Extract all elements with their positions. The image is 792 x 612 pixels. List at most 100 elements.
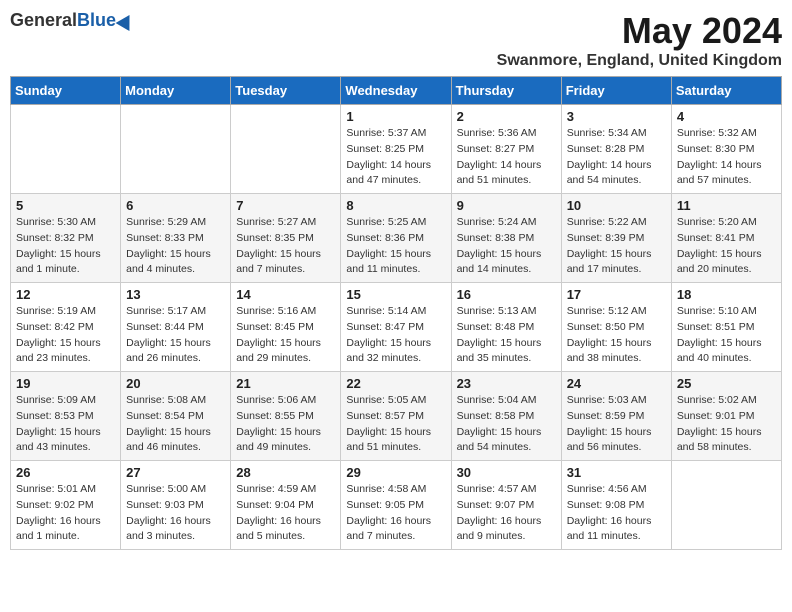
day-number: 20 [126,376,225,391]
calendar-cell: 25 Sunrise: 5:02 AM Sunset: 9:01 PM Dayli… [671,372,781,461]
cell-sun-info: Sunrise: 5:19 AM Sunset: 8:42 PM Dayligh… [16,304,115,367]
cell-sun-info: Sunrise: 5:05 AM Sunset: 8:57 PM Dayligh… [346,393,445,456]
day-number: 30 [457,465,556,480]
calendar-cell: 15 Sunrise: 5:14 AM Sunset: 8:47 PM Dayli… [341,283,451,372]
calendar-cell: 24Sunrise: 5:03 AM Sunset: 8:59 PM Dayli… [561,372,671,461]
calendar-table: SundayMondayTuesdayWednesdayThursdayFrid… [10,76,782,550]
calendar-cell: 7 Sunrise: 5:27 AM Sunset: 8:35 PM Daylig… [231,194,341,283]
calendar-cell [671,461,781,550]
day-number: 25 [677,376,776,391]
cell-sun-info: Sunrise: 5:22 AM Sunset: 8:39 PM Dayligh… [567,215,666,278]
day-number: 4 [677,109,776,124]
cell-sun-info: Sunrise: 5:27 AM Sunset: 8:35 PM Dayligh… [236,215,335,278]
day-number: 1 [346,109,445,124]
calendar-cell: 1 Sunrise: 5:37 AM Sunset: 8:25 PM Daylig… [341,105,451,194]
cell-sun-info: Sunrise: 5:24 AM Sunset: 8:38 PM Dayligh… [457,215,556,278]
day-number: 22 [346,376,445,391]
calendar-cell: 18 Sunrise: 5:10 AM Sunset: 8:51 PM Dayli… [671,283,781,372]
calendar-cell: 12 Sunrise: 5:19 AM Sunset: 8:42 PM Dayli… [11,283,121,372]
calendar-cell: 13Sunrise: 5:17 AM Sunset: 8:44 PM Dayli… [121,283,231,372]
calendar-cell: 10 Sunrise: 5:22 AM Sunset: 8:39 PM Dayli… [561,194,671,283]
weekday-header-friday: Friday [561,77,671,105]
day-number: 5 [16,198,115,213]
day-number: 14 [236,287,335,302]
title-block: May 2024 Swanmore, England, United Kingd… [497,10,782,70]
cell-sun-info: Sunrise: 5:25 AM Sunset: 8:36 PM Dayligh… [346,215,445,278]
cell-sun-info: Sunrise: 4:58 AM Sunset: 9:05 PM Dayligh… [346,482,445,545]
day-number: 10 [567,198,666,213]
calendar-cell: 8 Sunrise: 5:25 AM Sunset: 8:36 PM Daylig… [341,194,451,283]
cell-sun-info: Sunrise: 5:03 AM Sunset: 8:59 PM Dayligh… [567,393,666,456]
cell-sun-info: Sunrise: 4:57 AM Sunset: 9:07 PM Dayligh… [457,482,556,545]
calendar-cell: 17 Sunrise: 5:12 AM Sunset: 8:50 PM Dayli… [561,283,671,372]
calendar-week-row: 1 Sunrise: 5:37 AM Sunset: 8:25 PM Daylig… [11,105,782,194]
calendar-cell: 16Sunrise: 5:13 AM Sunset: 8:48 PM Dayli… [451,283,561,372]
calendar-cell: 26Sunrise: 5:01 AM Sunset: 9:02 PM Dayli… [11,461,121,550]
cell-sun-info: Sunrise: 5:04 AM Sunset: 8:58 PM Dayligh… [457,393,556,456]
day-number: 18 [677,287,776,302]
cell-sun-info: Sunrise: 5:20 AM Sunset: 8:41 PM Dayligh… [677,215,776,278]
day-number: 12 [16,287,115,302]
day-number: 2 [457,109,556,124]
day-number: 16 [457,287,556,302]
day-number: 11 [677,198,776,213]
logo: General Blue [10,10,134,31]
cell-sun-info: Sunrise: 5:17 AM Sunset: 8:44 PM Dayligh… [126,304,225,367]
day-number: 27 [126,465,225,480]
day-number: 6 [126,198,225,213]
calendar-cell [231,105,341,194]
calendar-cell: 19Sunrise: 5:09 AM Sunset: 8:53 PM Dayli… [11,372,121,461]
cell-sun-info: Sunrise: 4:59 AM Sunset: 9:04 PM Dayligh… [236,482,335,545]
page-header: General Blue May 2024 Swanmore, England,… [10,10,782,70]
cell-sun-info: Sunrise: 4:56 AM Sunset: 9:08 PM Dayligh… [567,482,666,545]
calendar-cell: 4Sunrise: 5:32 AM Sunset: 8:30 PM Daylig… [671,105,781,194]
day-number: 8 [346,198,445,213]
day-number: 17 [567,287,666,302]
calendar-week-row: 12 Sunrise: 5:19 AM Sunset: 8:42 PM Dayli… [11,283,782,372]
weekday-header-row: SundayMondayTuesdayWednesdayThursdayFrid… [11,77,782,105]
day-number: 21 [236,376,335,391]
calendar-cell [121,105,231,194]
weekday-header-monday: Monday [121,77,231,105]
day-number: 9 [457,198,556,213]
cell-sun-info: Sunrise: 5:12 AM Sunset: 8:50 PM Dayligh… [567,304,666,367]
calendar-cell: 27 Sunrise: 5:00 AM Sunset: 9:03 PM Dayli… [121,461,231,550]
day-number: 15 [346,287,445,302]
cell-sun-info: Sunrise: 5:36 AM Sunset: 8:27 PM Dayligh… [457,126,556,189]
day-number: 7 [236,198,335,213]
cell-sun-info: Sunrise: 5:34 AM Sunset: 8:28 PM Dayligh… [567,126,666,189]
day-number: 29 [346,465,445,480]
calendar-cell: 22 Sunrise: 5:05 AM Sunset: 8:57 PM Dayli… [341,372,451,461]
calendar-cell: 3 Sunrise: 5:34 AM Sunset: 8:28 PM Daylig… [561,105,671,194]
calendar-cell: 5 Sunrise: 5:30 AM Sunset: 8:32 PM Daylig… [11,194,121,283]
calendar-cell: 6 Sunrise: 5:29 AM Sunset: 8:33 PM Daylig… [121,194,231,283]
weekday-header-saturday: Saturday [671,77,781,105]
cell-sun-info: Sunrise: 5:09 AM Sunset: 8:53 PM Dayligh… [16,393,115,456]
cell-sun-info: Sunrise: 5:06 AM Sunset: 8:55 PM Dayligh… [236,393,335,456]
weekday-header-tuesday: Tuesday [231,77,341,105]
calendar-cell [11,105,121,194]
calendar-cell: 29 Sunrise: 4:58 AM Sunset: 9:05 PM Dayli… [341,461,451,550]
cell-sun-info: Sunrise: 5:10 AM Sunset: 8:51 PM Dayligh… [677,304,776,367]
logo-blue-text: Blue [77,10,116,31]
calendar-cell: 14 Sunrise: 5:16 AM Sunset: 8:45 PM Dayli… [231,283,341,372]
day-number: 28 [236,465,335,480]
cell-sun-info: Sunrise: 5:30 AM Sunset: 8:32 PM Dayligh… [16,215,115,278]
day-number: 3 [567,109,666,124]
cell-sun-info: Sunrise: 5:37 AM Sunset: 8:25 PM Dayligh… [346,126,445,189]
day-number: 23 [457,376,556,391]
cell-sun-info: Sunrise: 5:29 AM Sunset: 8:33 PM Dayligh… [126,215,225,278]
cell-sun-info: Sunrise: 5:01 AM Sunset: 9:02 PM Dayligh… [16,482,115,545]
cell-sun-info: Sunrise: 5:02 AM Sunset: 9:01 PM Dayligh… [677,393,776,456]
cell-sun-info: Sunrise: 5:00 AM Sunset: 9:03 PM Dayligh… [126,482,225,545]
calendar-cell: 20 Sunrise: 5:08 AM Sunset: 8:54 PM Dayli… [121,372,231,461]
cell-sun-info: Sunrise: 5:16 AM Sunset: 8:45 PM Dayligh… [236,304,335,367]
calendar-cell: 23 Sunrise: 5:04 AM Sunset: 8:58 PM Dayli… [451,372,561,461]
weekday-header-wednesday: Wednesday [341,77,451,105]
cell-sun-info: Sunrise: 5:14 AM Sunset: 8:47 PM Dayligh… [346,304,445,367]
calendar-week-row: 19Sunrise: 5:09 AM Sunset: 8:53 PM Dayli… [11,372,782,461]
day-number: 31 [567,465,666,480]
calendar-cell: 30 Sunrise: 4:57 AM Sunset: 9:07 PM Dayli… [451,461,561,550]
calendar-week-row: 5 Sunrise: 5:30 AM Sunset: 8:32 PM Daylig… [11,194,782,283]
cell-sun-info: Sunrise: 5:08 AM Sunset: 8:54 PM Dayligh… [126,393,225,456]
